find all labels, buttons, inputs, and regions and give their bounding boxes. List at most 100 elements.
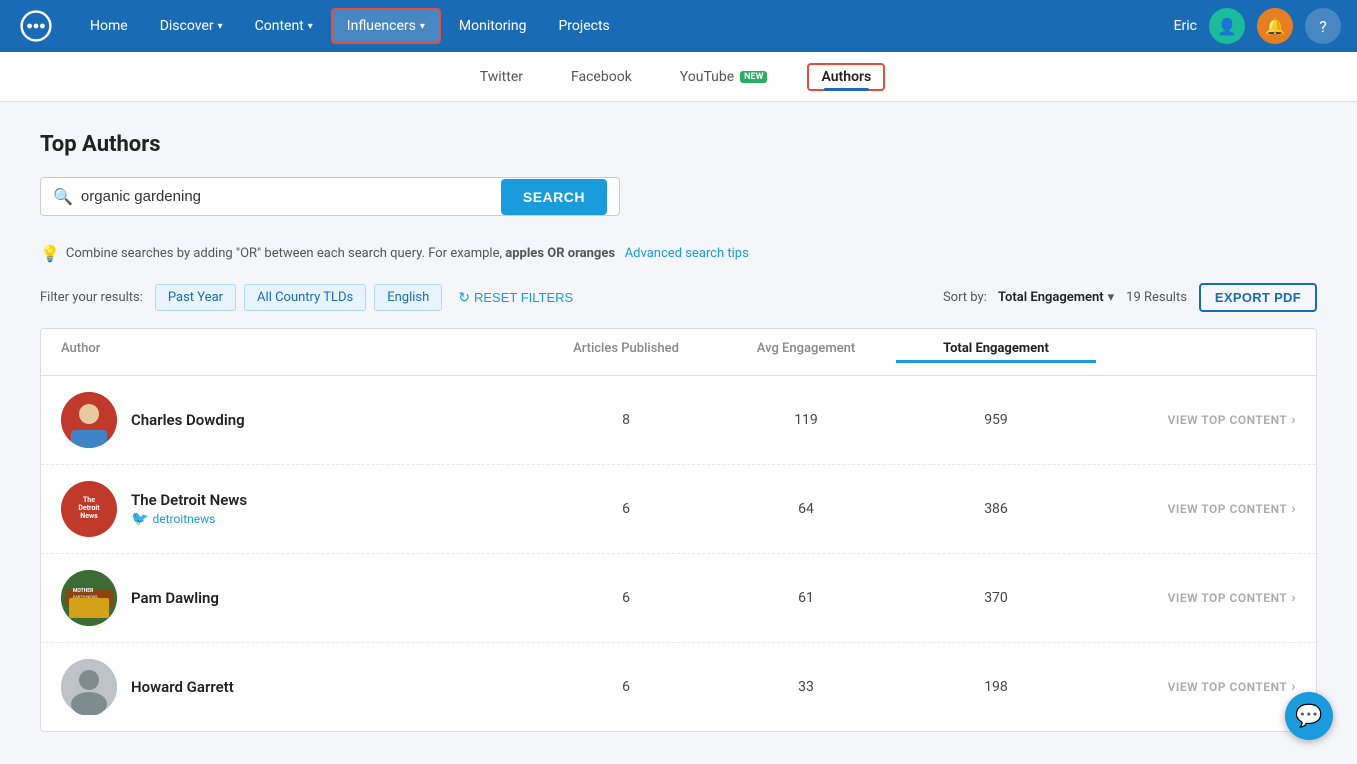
avatar-detroit: TheDetroitNews	[61, 481, 117, 537]
articles-pam: 6	[536, 590, 716, 606]
search-icon: 🔍	[53, 187, 73, 206]
search-bar: 🔍 SEARCH	[40, 177, 620, 216]
chat-bubble[interactable]: 💬	[1285, 692, 1333, 740]
author-name-howard: Howard Garrett	[131, 678, 234, 696]
author-info-pam: Pam Dawling	[131, 589, 219, 607]
author-info-charles: Charles Dowding	[131, 411, 245, 429]
subnav-youtube-label: YouTube	[680, 69, 734, 85]
nav-home-label: Home	[90, 18, 128, 34]
detroit-logo-text: TheDetroitNews	[78, 497, 99, 520]
reset-filters-button[interactable]: ↻ RESET FILTERS	[450, 284, 581, 311]
nav-content[interactable]: Content ▾	[241, 10, 327, 42]
search-row: 🔍 SEARCH	[40, 177, 1317, 230]
filter-language[interactable]: English	[374, 284, 442, 311]
articles-charles: 8	[536, 412, 716, 428]
nav-monitoring[interactable]: Monitoring	[445, 10, 541, 42]
sort-chevron-icon: ▾	[1108, 290, 1115, 305]
subnav-facebook-label: Facebook	[571, 69, 632, 85]
view-top-content-pam[interactable]: VIEW TOP CONTENT ›	[1096, 590, 1296, 606]
nav-home[interactable]: Home	[76, 10, 142, 42]
view-top-content-detroit[interactable]: VIEW TOP CONTENT ›	[1096, 501, 1296, 517]
table-row: TheDetroitNews The Detroit News 🐦 detroi…	[41, 465, 1316, 554]
view-arrow-charles: ›	[1291, 412, 1296, 428]
subnav-authors-label: Authors	[821, 69, 871, 85]
results-table: Author Articles Published Avg Engagement…	[40, 328, 1317, 732]
view-top-content-charles[interactable]: VIEW TOP CONTENT ›	[1096, 412, 1296, 428]
handle-text-detroit: detroitnews	[152, 512, 215, 526]
avg-engagement-howard: 33	[716, 679, 896, 695]
author-name-detroit: The Detroit News	[131, 491, 247, 509]
subnav-twitter[interactable]: Twitter	[472, 55, 531, 99]
nav-discover-chevron: ▾	[218, 21, 223, 32]
table-row: Howard Garrett 6 33 198 VIEW TOP CONTENT…	[41, 643, 1316, 731]
view-arrow-detroit: ›	[1291, 501, 1296, 517]
author-handle-detroit: 🐦 detroitnews	[131, 511, 247, 527]
search-input[interactable]	[81, 178, 491, 215]
avatar-howard	[61, 659, 117, 715]
nav-discover[interactable]: Discover ▾	[146, 10, 237, 42]
avg-engagement-detroit: 64	[716, 501, 896, 517]
author-name-charles: Charles Dowding	[131, 411, 245, 429]
total-engagement-howard: 198	[896, 679, 1096, 695]
hint-bold-text: apples OR oranges	[505, 246, 615, 261]
nav-monitoring-label: Monitoring	[459, 18, 527, 34]
view-arrow-howard: ›	[1291, 679, 1296, 695]
sort-by[interactable]: Sort by: Total Engagement ▾	[943, 290, 1114, 305]
page-title: Top Authors	[40, 132, 1317, 157]
svg-text:EARTH NEWS: EARTH NEWS	[73, 594, 98, 599]
nav-user-avatar[interactable]: 👤	[1209, 8, 1245, 44]
nav-content-label: Content	[255, 18, 304, 34]
search-button[interactable]: SEARCH	[501, 179, 607, 215]
filter-country[interactable]: All Country TLDs	[244, 284, 366, 311]
nav-discover-label: Discover	[160, 18, 214, 34]
advanced-search-tips-link[interactable]: Advanced search tips	[625, 246, 749, 261]
view-label-charles: VIEW TOP CONTENT	[1168, 413, 1288, 427]
twitter-icon: 🐦	[131, 511, 148, 527]
subnav-facebook[interactable]: Facebook	[563, 55, 640, 99]
author-cell-detroit: TheDetroitNews The Detroit News 🐦 detroi…	[61, 481, 536, 537]
author-cell-pam: MOTHER EARTH NEWS Pam Dawling	[61, 570, 536, 626]
articles-detroit: 6	[536, 501, 716, 517]
subnav-authors[interactable]: Authors	[807, 63, 885, 91]
sort-label: Sort by:	[943, 290, 987, 305]
main-content: Top Authors 🔍 SEARCH 💡 Combine searches …	[0, 102, 1357, 762]
reset-icon: ↻	[458, 289, 470, 306]
nav-projects-label: Projects	[558, 18, 609, 34]
nav-right: Eric 👤 🔔 ?	[1174, 8, 1341, 44]
top-nav: Home Discover ▾ Content ▾ Influencers ▾ …	[0, 0, 1357, 52]
nav-influencers[interactable]: Influencers ▾	[331, 8, 441, 44]
view-arrow-pam: ›	[1291, 590, 1296, 606]
table-header: Author Articles Published Avg Engagement…	[41, 329, 1316, 376]
table-row: MOTHER EARTH NEWS Pam Dawling 6 61 370 V…	[41, 554, 1316, 643]
export-pdf-button[interactable]: EXPORT PDF	[1199, 283, 1317, 312]
total-engagement-detroit: 386	[896, 501, 1096, 517]
nav-projects[interactable]: Projects	[544, 10, 623, 42]
view-label-howard: VIEW TOP CONTENT	[1168, 680, 1288, 694]
reset-label: RESET FILTERS	[474, 290, 573, 305]
nav-help[interactable]: ?	[1305, 8, 1341, 44]
nav-notifications[interactable]: 🔔	[1257, 8, 1293, 44]
sub-nav: Twitter Facebook YouTube NEW Authors	[0, 52, 1357, 102]
subnav-youtube[interactable]: YouTube NEW	[672, 55, 776, 99]
nav-user-name: Eric	[1174, 18, 1197, 34]
youtube-badge: NEW	[740, 71, 767, 83]
author-info-detroit: The Detroit News 🐦 detroitnews	[131, 491, 247, 527]
col-total-engagement: Total Engagement	[896, 341, 1096, 363]
results-count: 19 Results	[1126, 290, 1187, 305]
articles-howard: 6	[536, 679, 716, 695]
author-info-howard: Howard Garrett	[131, 678, 234, 696]
filter-past-year[interactable]: Past Year	[155, 284, 236, 311]
author-name-pam: Pam Dawling	[131, 589, 219, 607]
nav-influencers-chevron: ▾	[420, 21, 425, 32]
total-engagement-pam: 370	[896, 590, 1096, 606]
avatar-pam: MOTHER EARTH NEWS	[61, 570, 117, 626]
logo[interactable]	[16, 6, 56, 46]
col-author: Author	[61, 341, 536, 363]
avatar-charles	[61, 392, 117, 448]
view-top-content-howard[interactable]: VIEW TOP CONTENT ›	[1096, 679, 1296, 695]
nav-help-label: ?	[1319, 17, 1327, 36]
author-cell-howard: Howard Garrett	[61, 659, 536, 715]
nav-items: Home Discover ▾ Content ▾ Influencers ▾ …	[76, 8, 1174, 44]
sort-area: Sort by: Total Engagement ▾ 19 Results E…	[943, 283, 1317, 312]
view-label-pam: VIEW TOP CONTENT	[1168, 591, 1288, 605]
